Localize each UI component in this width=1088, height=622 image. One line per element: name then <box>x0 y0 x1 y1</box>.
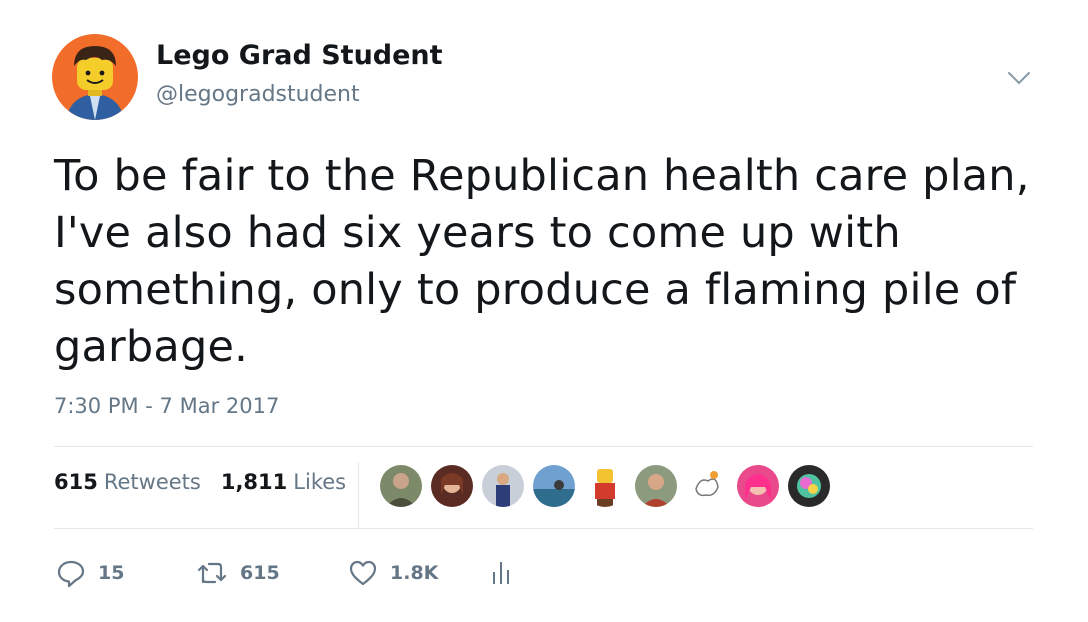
likes-stat[interactable]: 1,811 Likes <box>221 470 346 494</box>
divider-bottom <box>54 528 1033 529</box>
liker-avatar[interactable] <box>533 465 575 507</box>
chevron-down-icon[interactable] <box>1006 68 1032 88</box>
retweets-stat[interactable]: 615 Retweets <box>54 470 201 494</box>
like-button[interactable]: 1.8K <box>348 559 490 587</box>
liker-avatar[interactable] <box>635 465 677 507</box>
retweet-icon <box>196 558 228 588</box>
liker-avatar[interactable] <box>380 465 422 507</box>
author-avatar[interactable] <box>52 34 138 120</box>
liker-avatar[interactable] <box>788 465 830 507</box>
tweet-stats: 615 Retweets 1,811 Likes <box>54 470 346 494</box>
liker-avatars <box>380 465 830 509</box>
retweet-count: 615 <box>240 562 280 584</box>
tweet-card: Lego Grad Student @legogradstudent To be… <box>0 0 1088 622</box>
tweet-text: To be fair to the Republican health care… <box>54 151 1030 372</box>
retweet-button[interactable]: 615 <box>196 558 348 588</box>
likes-label: Likes <box>293 470 347 494</box>
reply-icon <box>56 558 86 588</box>
retweets-count: 615 <box>54 470 98 494</box>
tweet-timestamp[interactable]: 7:30 PM - 7 Mar 2017 <box>54 394 279 418</box>
tweet-actions: 15 615 1.8K <box>56 556 512 590</box>
like-count: 1.8K <box>390 562 439 584</box>
liker-avatar[interactable] <box>431 465 473 507</box>
reply-button[interactable]: 15 <box>56 558 196 588</box>
retweets-label: Retweets <box>103 470 201 494</box>
reply-count: 15 <box>98 562 125 584</box>
liker-avatar[interactable] <box>482 465 524 507</box>
stats-divider <box>358 462 359 528</box>
divider-top <box>54 446 1033 447</box>
liker-avatar[interactable] <box>584 465 626 507</box>
like-icon <box>348 559 378 587</box>
liker-avatar[interactable] <box>737 465 779 507</box>
likes-count: 1,811 <box>220 470 288 494</box>
author-handle[interactable]: @legogradstudent <box>156 82 360 107</box>
liker-avatar[interactable] <box>686 465 728 507</box>
analytics-icon <box>490 558 512 588</box>
analytics-button[interactable] <box>490 558 512 588</box>
author-name[interactable]: Lego Grad Student <box>156 40 443 71</box>
